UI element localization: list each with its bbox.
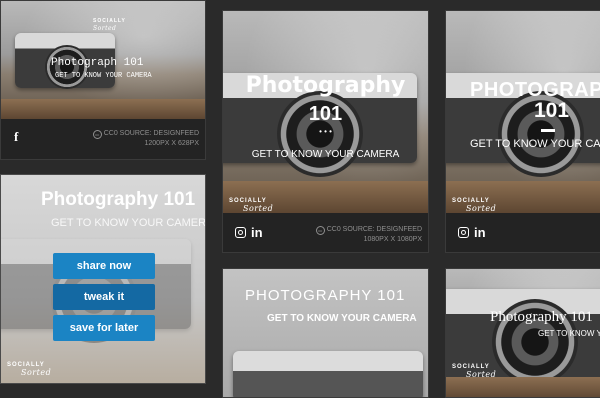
socially-sorted-logo: SOCIALLY Sorted [452, 198, 497, 213]
tweak-it-button[interactable]: tweak it [53, 284, 155, 310]
card-1-photo: Photograph 101 GET TO KNOW YOUR CAMERA S… [1, 1, 205, 119]
template-card-5[interactable]: PHOTOGRAPHY 101 GET TO KNOW YOUR CAMERA [222, 268, 429, 398]
card-2-photo: Photography 101 • • • GET TO KNOW YOUR C… [223, 11, 428, 213]
card-4-subtitle: GET TO KNOW YOUR CAMERA [51, 217, 205, 229]
card-4-title: Photography 101 [41, 189, 196, 210]
card-3-underline [541, 129, 555, 132]
card-3-photo: PHOTOGRAPHY 101 GET TO KNOW YOUR CAMERA … [446, 11, 600, 213]
linkedin-icon[interactable]: in [474, 225, 486, 240]
card-6-title: Photography 101 [490, 309, 593, 325]
card-2-dots: • • • [319, 127, 332, 136]
facebook-icon[interactable]: f [14, 129, 18, 145]
card-6-subtitle: GET TO KNOW YOUR CAMERA [538, 329, 600, 338]
card-4-photo: Photography 101 GET TO KNOW YOUR CAMERA … [1, 175, 205, 383]
share-now-button[interactable]: share now [53, 253, 155, 279]
socially-sorted-logo: SOCIALLY Sorted [93, 18, 126, 32]
card-3-title-line2: 101 [534, 99, 570, 122]
template-card-6[interactable]: Photography 101 GET TO KNOW YOUR CAMERA … [445, 268, 600, 398]
card-1-title: Photograph 101 [51, 57, 144, 69]
instagram-icon[interactable] [235, 227, 246, 238]
card-5-subtitle: GET TO KNOW YOUR CAMERA [267, 313, 417, 324]
card-1-subtitle: GET TO KNOW YOUR CAMERA [55, 72, 152, 80]
card-5-title: PHOTOGRAPHY 101 [245, 287, 406, 304]
socially-sorted-logo: SOCIALLY Sorted [7, 362, 52, 377]
cc-icon: cc [92, 130, 102, 139]
card-5-photo: PHOTOGRAPHY 101 GET TO KNOW YOUR CAMERA [223, 269, 428, 397]
instagram-icon[interactable] [458, 227, 469, 238]
template-card-1[interactable]: Photograph 101 GET TO KNOW YOUR CAMERA S… [0, 0, 206, 160]
linkedin-icon[interactable]: in [251, 225, 263, 240]
card-2-title-line1: Photography [245, 73, 406, 98]
socially-sorted-logo: SOCIALLY Sorted [452, 364, 497, 379]
template-card-3[interactable]: PHOTOGRAPHY 101 GET TO KNOW YOUR CAMERA … [445, 10, 600, 253]
camera-illustration [233, 351, 423, 397]
save-for-later-button[interactable]: save for later [53, 315, 155, 341]
card-3-subtitle: GET TO KNOW YOUR CAMERA [470, 138, 600, 150]
cc-icon: cc [315, 226, 325, 235]
template-card-2[interactable]: Photography 101 • • • GET TO KNOW YOUR C… [222, 10, 429, 253]
template-card-4[interactable]: Photography 101 GET TO KNOW YOUR CAMERA … [0, 174, 206, 384]
card-2-title-line2: 101 [308, 103, 343, 125]
card-2-source: cc CC0 SOURCE: DESIGNFEED 1080PX X 1080PX [315, 225, 422, 244]
card-1-source: cc CC0 SOURCE: DESIGNFEED 1200PX X 628PX [92, 129, 199, 148]
card-2-subtitle: GET TO KNOW YOUR CAMERA [251, 149, 400, 160]
socially-sorted-logo: SOCIALLY Sorted [229, 198, 274, 213]
card-6-photo: Photography 101 GET TO KNOW YOUR CAMERA … [446, 269, 600, 397]
